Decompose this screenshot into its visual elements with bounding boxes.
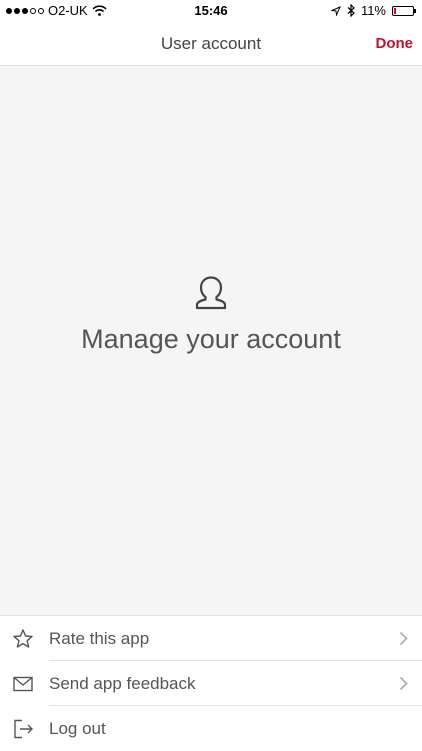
location-arrow-icon bbox=[330, 5, 341, 16]
menu-list: Rate this app Send app feedback Log out bbox=[0, 615, 422, 750]
logout-icon bbox=[14, 719, 33, 739]
menu-item-label: Rate this app bbox=[49, 629, 150, 648]
menu-item-label: Log out bbox=[49, 719, 106, 738]
star-icon bbox=[13, 629, 33, 648]
chevron-right-icon bbox=[399, 676, 408, 691]
rate-app-item[interactable]: Rate this app bbox=[0, 616, 422, 661]
send-feedback-item[interactable]: Send app feedback bbox=[0, 661, 422, 706]
navigation-bar: User account Done bbox=[0, 22, 422, 66]
battery-percent: 11% bbox=[360, 3, 386, 18]
battery-icon bbox=[392, 5, 416, 16]
chevron-right-icon bbox=[399, 631, 408, 646]
account-panel[interactable]: Manage your account bbox=[0, 66, 422, 615]
envelope-icon bbox=[13, 676, 33, 692]
user-outline-icon bbox=[195, 276, 227, 310]
logout-item[interactable]: Log out bbox=[0, 706, 422, 751]
menu-item-label: Send app feedback bbox=[49, 674, 196, 693]
manage-account-label: Manage your account bbox=[81, 324, 341, 354]
page-title: User account bbox=[160, 34, 262, 53]
status-right: 11% bbox=[330, 3, 416, 18]
status-bar: O2-UK 15:46 11% bbox=[0, 0, 422, 22]
bluetooth-icon bbox=[347, 4, 355, 17]
done-button[interactable]: Done bbox=[376, 35, 414, 52]
battery-fill bbox=[394, 7, 396, 14]
